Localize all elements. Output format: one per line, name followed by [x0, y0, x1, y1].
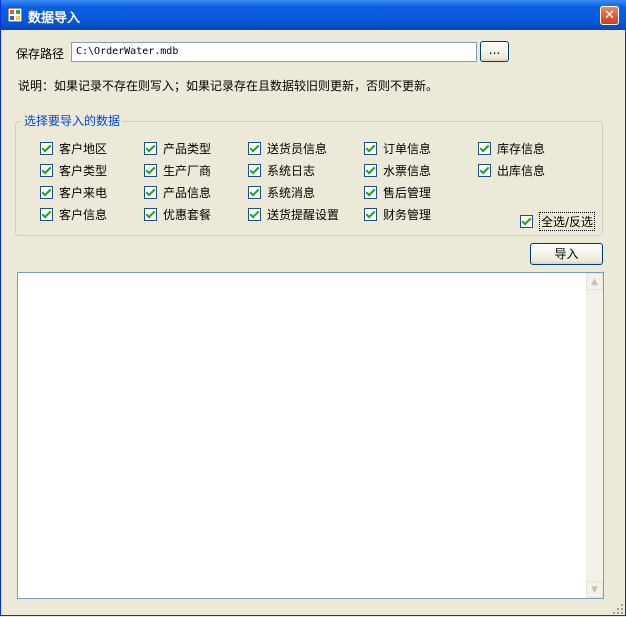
checkbox-checked-icon — [364, 185, 377, 199]
checkbox-label: 客户信息 — [59, 207, 108, 222]
checkbox-label: 出库信息 — [497, 163, 546, 178]
checkbox-checked-icon — [364, 163, 377, 177]
import-log-textarea[interactable]: ▲ ▼ — [17, 272, 604, 599]
close-button[interactable]: ✕ — [600, 6, 619, 25]
checkbox-checked-icon — [144, 163, 157, 177]
checkbox-discount-package[interactable]: 优惠套餐 — [144, 206, 211, 222]
checkbox-checked-icon — [248, 163, 261, 177]
app-icon — [8, 8, 22, 22]
checkbox-inventory-info[interactable]: 库存信息 — [478, 140, 545, 156]
checkbox-checked-icon — [40, 163, 53, 177]
checkbox-checked-icon — [478, 163, 491, 177]
checkbox-checked-icon — [248, 207, 261, 221]
checkbox-label: 客户类型 — [59, 163, 108, 178]
checkbox-checked-icon — [40, 207, 53, 221]
checkbox-checked-icon — [364, 141, 377, 155]
checkbox-system-log[interactable]: 系统日志 — [248, 162, 315, 178]
checkbox-checked-icon — [520, 214, 533, 228]
checkbox-customer-type[interactable]: 客户类型 — [40, 162, 107, 178]
checkbox-manufacturer[interactable]: 生产厂商 — [144, 162, 211, 178]
checkbox-courier-info[interactable]: 送货员信息 — [248, 140, 327, 156]
checkbox-customer-info[interactable]: 客户信息 — [40, 206, 107, 222]
checkbox-label: 库存信息 — [497, 141, 546, 156]
checkbox-label: 售后管理 — [383, 185, 432, 200]
checkbox-label: 优惠套餐 — [163, 207, 212, 222]
checkbox-label: 送货员信息 — [267, 141, 328, 156]
window-title: 数据导入 — [28, 11, 81, 26]
scroll-down-icon[interactable]: ▼ — [586, 581, 603, 598]
checkbox-checked-icon — [364, 207, 377, 221]
checkbox-checked-icon — [144, 141, 157, 155]
vertical-scrollbar[interactable]: ▲ ▼ — [586, 273, 603, 598]
checkbox-customer-calls[interactable]: 客户来电 — [40, 184, 107, 200]
checkbox-outbound-info[interactable]: 出库信息 — [478, 162, 545, 178]
scroll-up-icon[interactable]: ▲ — [586, 273, 603, 290]
checkbox-product-type[interactable]: 产品类型 — [144, 140, 211, 156]
checkbox-delivery-reminder[interactable]: 送货提醒设置 — [248, 206, 339, 222]
checkbox-finance[interactable]: 财务管理 — [364, 206, 431, 222]
title-bar[interactable]: 数据导入 ✕ — [1, 0, 626, 30]
import-window: 数据导入 ✕ 保存路径 C:\OrderWater.mdb ... 说明：如果记… — [0, 0, 626, 616]
browse-button[interactable]: ... — [480, 41, 509, 62]
checkbox-checked-icon — [144, 207, 157, 221]
checkbox-product-info[interactable]: 产品信息 — [144, 184, 211, 200]
checkbox-checked-icon — [40, 185, 53, 199]
checkbox-label: 客户地区 — [59, 141, 108, 156]
checkbox-customer-region[interactable]: 客户地区 — [40, 140, 107, 156]
checkbox-checked-icon — [40, 141, 53, 155]
checkbox-label: 客户来电 — [59, 185, 108, 200]
checkbox-water-ticket[interactable]: 水票信息 — [364, 162, 431, 178]
checkbox-checked-icon — [144, 185, 157, 199]
checkbox-checked-icon — [478, 141, 491, 155]
checkbox-after-sales[interactable]: 售后管理 — [364, 184, 431, 200]
save-path-label: 保存路径 — [16, 47, 65, 61]
group-title: 选择要导入的数据 — [22, 112, 123, 129]
import-button[interactable]: 导入 — [530, 243, 603, 265]
checkbox-label: 系统消息 — [267, 185, 316, 200]
checkbox-label: 订单信息 — [383, 141, 432, 156]
checkbox-order-info[interactable]: 订单信息 — [364, 140, 431, 156]
checkbox-label: 生产厂商 — [163, 163, 212, 178]
checkbox-checked-icon — [248, 185, 261, 199]
checkbox-label: 水票信息 — [383, 163, 432, 178]
checkbox-label: 全选/反选 — [539, 211, 596, 231]
checkbox-label: 财务管理 — [383, 207, 432, 222]
save-path-input[interactable]: C:\OrderWater.mdb — [71, 42, 477, 62]
checkbox-label: 产品类型 — [163, 141, 212, 156]
note-text: 说明：如果记录不存在则写入；如果记录存在且数据较旧则更新，否则不更新。 — [18, 79, 439, 93]
checkbox-label: 送货提醒设置 — [267, 207, 340, 222]
checkbox-system-messages[interactable]: 系统消息 — [248, 184, 315, 200]
checkbox-label: 产品信息 — [163, 185, 212, 200]
checkbox-label: 系统日志 — [267, 163, 316, 178]
checkbox-checked-icon — [248, 141, 261, 155]
close-icon: ✕ — [604, 8, 615, 23]
checkbox-select-all[interactable]: 全选/反选 — [520, 211, 596, 231]
resize-grip-icon[interactable] — [612, 603, 624, 615]
